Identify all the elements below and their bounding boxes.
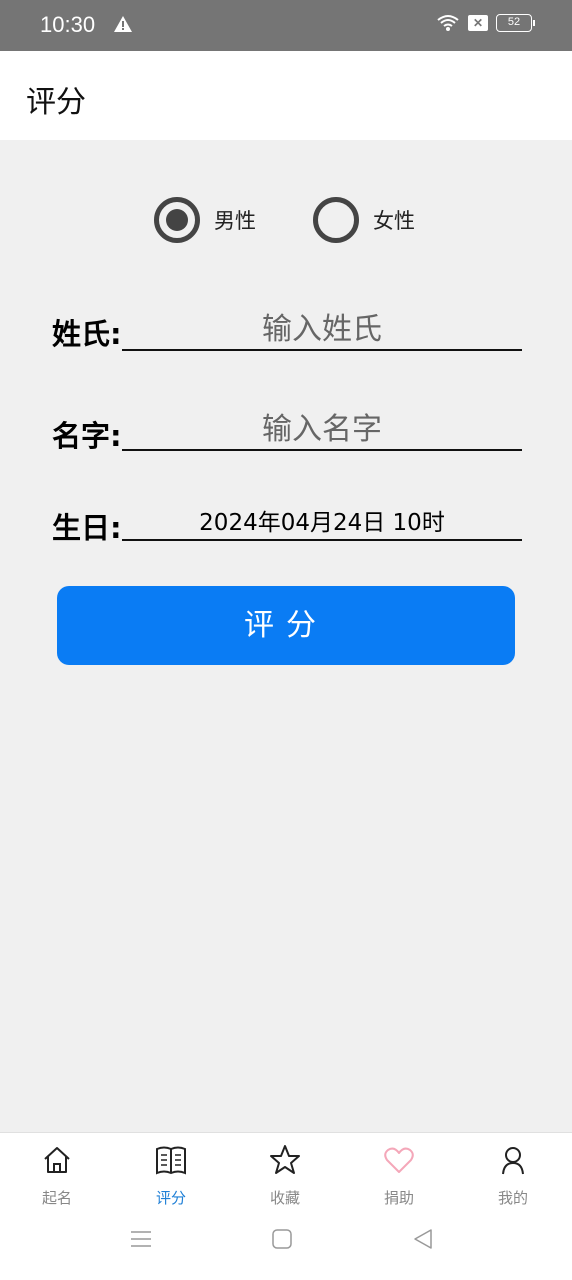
nav-label-mine: 我的 xyxy=(497,1189,528,1207)
book-icon xyxy=(156,1146,186,1175)
warning-icon xyxy=(114,16,132,32)
nav-item-favorites[interactable]: 收藏 xyxy=(228,1143,342,1208)
status-icons: ✕ 52 xyxy=(436,14,535,32)
back-triangle-icon[interactable] xyxy=(412,1228,434,1250)
surname-underline xyxy=(122,349,522,351)
nav-item-mine[interactable]: 我的 xyxy=(456,1143,570,1208)
birthday-underline xyxy=(122,539,522,541)
nav-item-score[interactable]: 评分 xyxy=(114,1143,228,1208)
app-bar: 评分 xyxy=(0,51,572,140)
nav-label-score: 评分 xyxy=(155,1189,186,1207)
page-title: 评分 xyxy=(26,85,86,120)
given-name-label: 名字: xyxy=(52,419,122,453)
birthday-label: 生日: xyxy=(52,511,122,545)
birthday-picker[interactable]: 2024年04月24日 10时 xyxy=(122,503,522,537)
nav-label-favorites: 收藏 xyxy=(269,1189,300,1207)
status-bar: 10:30 ✕ 52 xyxy=(0,0,572,51)
surname-label: 姓氏: xyxy=(52,317,122,351)
star-icon xyxy=(270,1145,300,1174)
gender-radio-group: 男性 女性 xyxy=(0,197,572,247)
menu-icon[interactable] xyxy=(130,1228,152,1250)
given-name-underline xyxy=(122,449,522,451)
nav-label-donate: 捐助 xyxy=(383,1189,414,1207)
given-name-input[interactable] xyxy=(122,404,522,454)
nav-label-naming: 起名 xyxy=(41,1189,72,1207)
wifi-icon xyxy=(437,15,459,31)
gender-label-female: 女性 xyxy=(373,209,415,233)
system-nav-bar xyxy=(0,1220,572,1270)
battery-icon: 52 xyxy=(496,14,535,32)
sim-off-icon: ✕ xyxy=(468,15,488,31)
gender-radio-male[interactable]: 男性 xyxy=(154,197,256,243)
heart-icon xyxy=(384,1147,414,1173)
radio-checked-icon[interactable] xyxy=(154,197,200,243)
status-time: 10:30 xyxy=(40,12,96,37)
gender-label-male: 男性 xyxy=(214,209,256,233)
home-icon xyxy=(44,1147,70,1173)
surname-input[interactable] xyxy=(122,304,522,354)
radio-unchecked-icon[interactable] xyxy=(313,197,359,243)
person-icon xyxy=(502,1147,524,1175)
home-square-icon[interactable] xyxy=(272,1228,292,1250)
score-button[interactable]: 评分 xyxy=(57,586,515,665)
nav-item-naming[interactable]: 起名 xyxy=(0,1143,114,1208)
gender-radio-female[interactable]: 女性 xyxy=(313,197,415,243)
nav-item-donate[interactable]: 捐助 xyxy=(342,1143,456,1208)
